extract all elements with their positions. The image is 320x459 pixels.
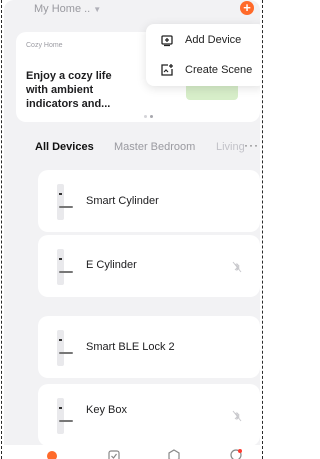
app-frame: My Home .. ▼ + Cozy Home Enjoy a cozy li… [0, 0, 264, 459]
add-button[interactable]: + [240, 1, 254, 15]
banner-kicker: Cozy Home [26, 42, 63, 49]
bluetooth-off-icon [232, 410, 242, 422]
menu-item-label: Add Device [185, 34, 242, 46]
tab-living[interactable]: Living [216, 141, 245, 153]
menu-item-create-scene[interactable]: Create Scene [146, 55, 260, 85]
device-card[interactable]: Smart Cylinder [38, 170, 260, 232]
banner-pagination [144, 115, 153, 118]
device-card[interactable]: Key Box [38, 384, 260, 446]
device-name: E Cylinder [86, 259, 137, 271]
profile-icon[interactable] [230, 449, 242, 459]
device-name: Smart Cylinder [86, 195, 159, 207]
device-card[interactable]: Smart BLE Lock 2 [38, 316, 260, 378]
tab-all-devices[interactable]: All Devices [35, 141, 94, 153]
device-card[interactable]: E Cylinder [38, 235, 260, 297]
pagination-dot [144, 115, 147, 118]
door-lock-icon [57, 330, 73, 366]
add-device-icon [161, 35, 173, 47]
bottom-nav [4, 445, 260, 459]
door-lock-icon [57, 398, 73, 434]
pagination-dot-active [150, 115, 153, 118]
device-name: Key Box [86, 404, 127, 416]
menu-item-add-device[interactable]: Add Device [146, 25, 260, 55]
door-lock-icon [57, 184, 73, 220]
banner-title: Enjoy a cozy life with ambient indicator… [26, 70, 112, 110]
create-scene-icon [161, 64, 173, 76]
phone-screen: My Home .. ▼ + Cozy Home Enjoy a cozy li… [4, 0, 260, 459]
scene-icon[interactable] [108, 449, 120, 459]
tab-master-bedroom[interactable]: Master Bedroom [114, 141, 195, 153]
frame-border-left [1, 0, 2, 459]
home-icon[interactable] [46, 449, 58, 459]
home-name: My Home .. [34, 3, 91, 15]
smart-icon[interactable] [168, 449, 180, 459]
more-tabs-icon[interactable]: ··· [244, 138, 259, 152]
plus-icon: + [243, 0, 251, 15]
add-menu: Add Device Create Scene [146, 24, 260, 86]
home-selector[interactable]: My Home .. ▼ [34, 3, 101, 15]
top-bar: My Home .. ▼ + [4, 0, 260, 22]
caret-down-icon: ▼ [93, 4, 102, 14]
device-name: Smart BLE Lock 2 [86, 341, 175, 353]
menu-item-label: Create Scene [185, 64, 253, 76]
door-lock-icon [57, 249, 73, 285]
frame-border-right [262, 0, 263, 459]
bluetooth-off-icon [232, 261, 242, 273]
room-tabs: All Devices Master Bedroom Living ··· [4, 138, 260, 158]
